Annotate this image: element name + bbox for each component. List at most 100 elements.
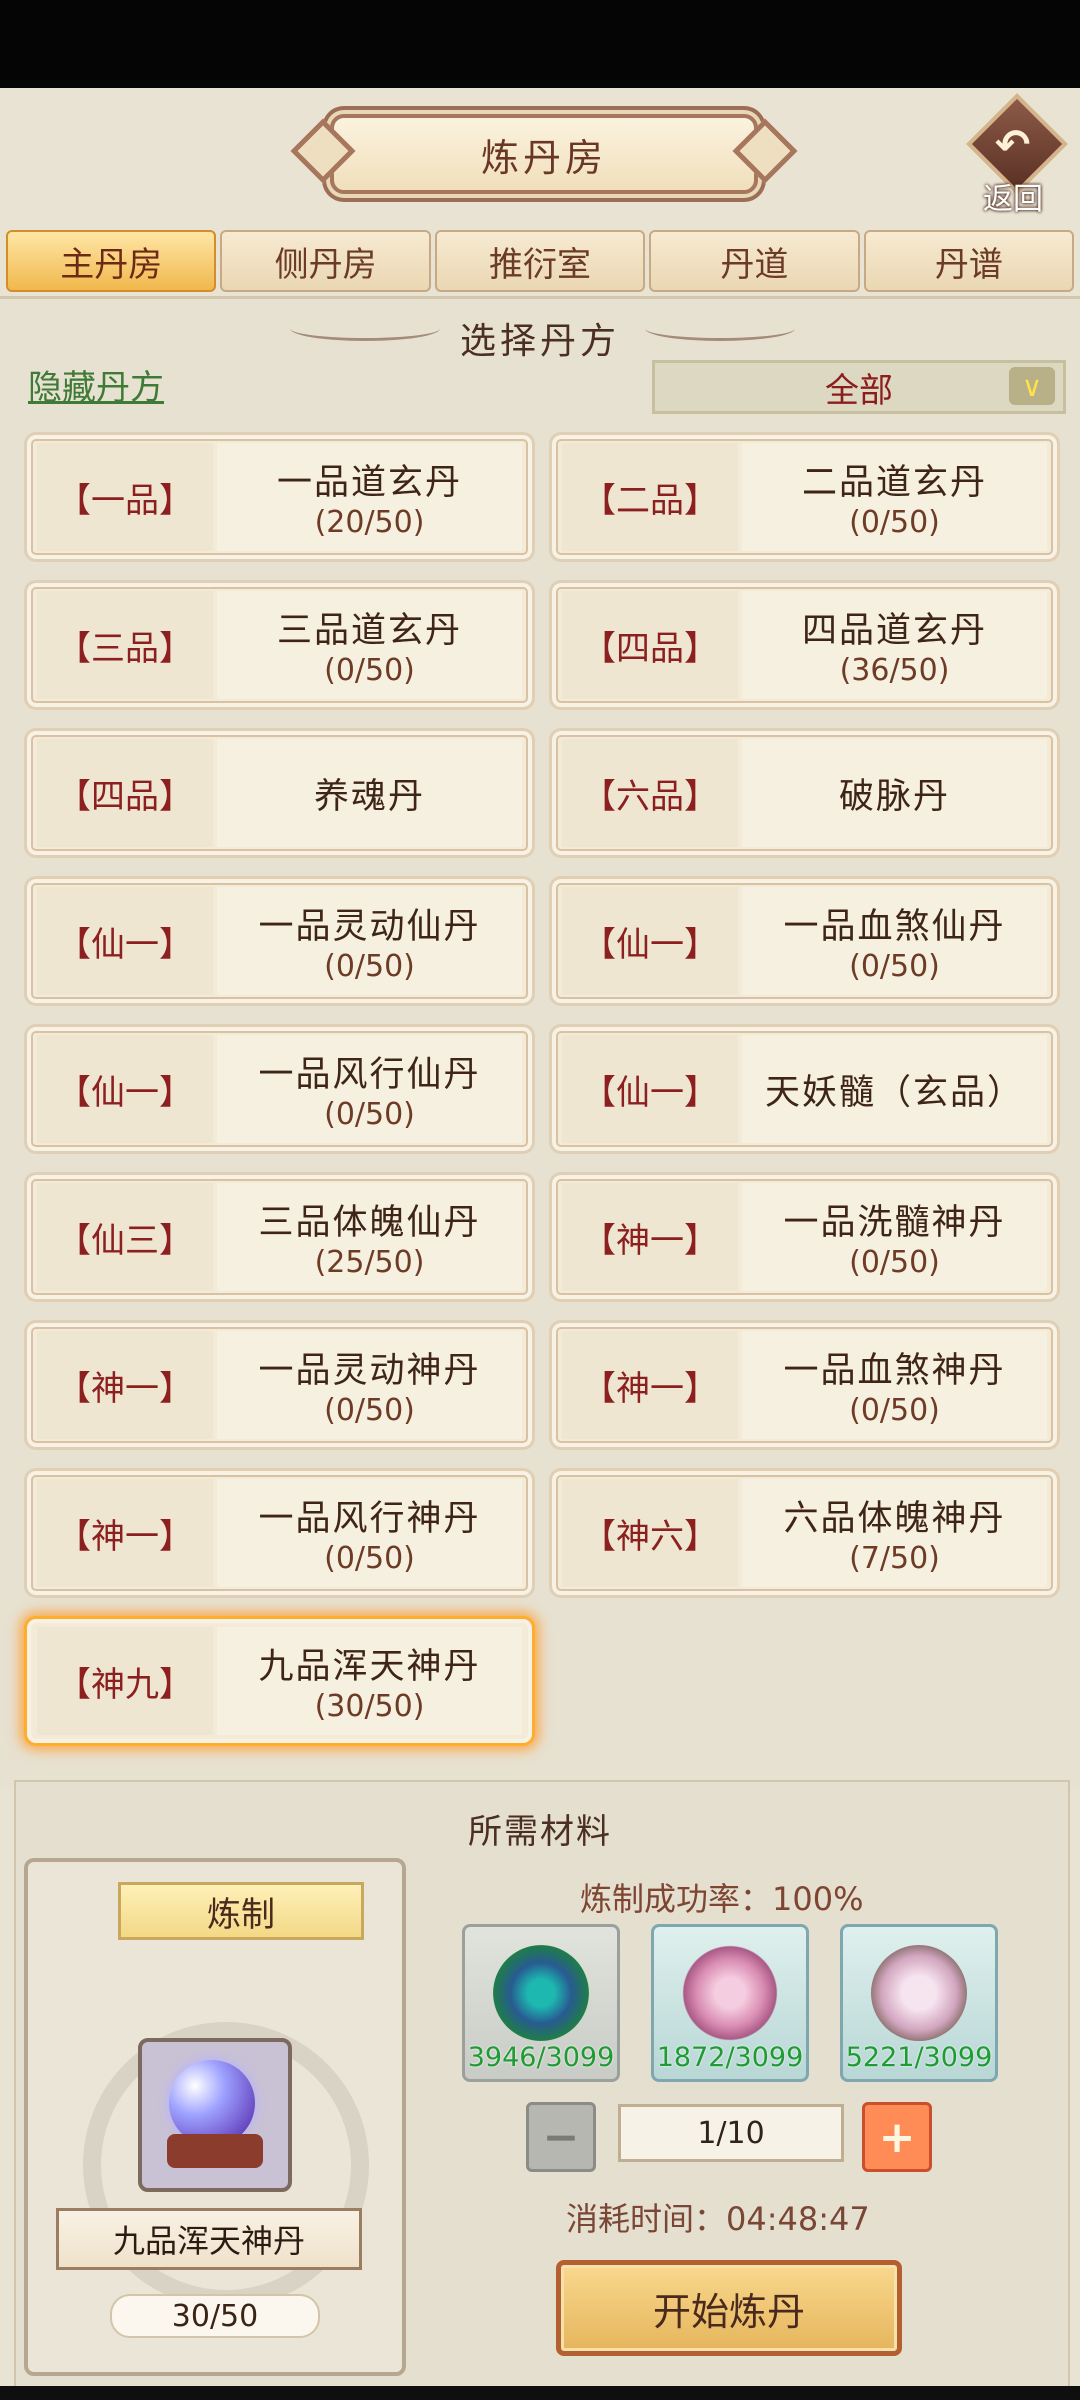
recipe-info: 破脉丹: [742, 739, 1047, 847]
recipe-card[interactable]: 【仙一】 天妖髓（玄品）: [549, 1024, 1060, 1154]
recipe-name: 破脉丹: [838, 776, 950, 817]
recipe-progress: (0/50): [324, 1541, 415, 1576]
recipe-grade: 【神一】: [37, 1331, 213, 1439]
recipe-progress: (0/50): [324, 1393, 415, 1428]
recipe-grade: 【二品】: [562, 443, 738, 551]
recipe-card[interactable]: 【六品】 破脉丹: [549, 728, 1060, 858]
recipe-grade: 【神一】: [562, 1331, 738, 1439]
start-alchemy-button[interactable]: 开始炼丹: [556, 2260, 902, 2356]
increase-quantity-button[interactable]: +: [862, 2102, 932, 2172]
recipe-info: 一品道玄丹 (20/50): [217, 443, 522, 551]
recipe-info: 三品体魄仙丹 (25/50): [217, 1183, 522, 1291]
recipe-info: 六品体魄神丹 (7/50): [742, 1479, 1047, 1587]
recipe-card[interactable]: 【仙一】 一品灵动仙丹 (0/50): [24, 876, 535, 1006]
material-quantity: 5221/3099: [845, 2042, 993, 2073]
recipe-card[interactable]: 【神一】 一品灵动神丹 (0/50): [24, 1320, 535, 1450]
tab-main-room[interactable]: 主丹房: [6, 230, 217, 292]
recipe-card[interactable]: 【四品】 四品道玄丹 (36/50): [549, 580, 1060, 710]
selected-pill-slot[interactable]: [138, 2038, 292, 2192]
recipe-card[interactable]: 【仙三】 三品体魄仙丹 (25/50): [24, 1172, 535, 1302]
recipe-name: 一品灵动仙丹: [258, 907, 481, 947]
recipe-card[interactable]: 【神一】 一品风行神丹 (0/50): [24, 1468, 535, 1598]
recipe-name: 一品道玄丹: [276, 463, 462, 503]
recipe-card[interactable]: 【一品】 一品道玄丹 (20/50): [24, 432, 535, 562]
recipe-info: 一品风行仙丹 (0/50): [217, 1035, 522, 1143]
quantity-value[interactable]: 1/10: [618, 2104, 844, 2162]
back-arrow-icon: ↶: [995, 120, 1031, 169]
recipe-name: 一品血煞神丹: [783, 1351, 1006, 1391]
recipe-info: 一品血煞神丹 (0/50): [742, 1331, 1047, 1439]
recipe-info: 三品道玄丹 (0/50): [217, 591, 522, 699]
recipe-info: 四品道玄丹 (36/50): [742, 591, 1047, 699]
recipe-section-title: 选择丹方: [459, 321, 620, 362]
recipe-info: 天妖髓（玄品）: [742, 1035, 1047, 1143]
recipe-grade: 【仙一】: [562, 887, 738, 995]
recipe-card[interactable]: 【二品】 二品道玄丹 (0/50): [549, 432, 1060, 562]
tab-alchemy-path[interactable]: 丹道: [649, 230, 860, 292]
tab-side-room[interactable]: 侧丹房: [220, 230, 431, 292]
recipe-grade: 【四品】: [37, 739, 213, 847]
recipe-info: 二品道玄丹 (0/50): [742, 443, 1047, 551]
recipe-progress: (0/50): [324, 1097, 415, 1132]
recipe-progress: (0/50): [849, 1245, 940, 1280]
recipe-name: 一品血煞仙丹: [783, 907, 1006, 947]
recipe-progress: (36/50): [839, 653, 950, 688]
material-slot[interactable]: 5221/3099: [840, 1924, 998, 2082]
recipe-progress: (25/50): [314, 1245, 425, 1280]
material-quantity: 3946/3099: [467, 2042, 615, 2073]
recipe-card[interactable]: 【神一】 一品洗髓神丹 (0/50): [549, 1172, 1060, 1302]
back-label: 返回: [983, 182, 1043, 217]
back-button[interactable]: ↶ 返回: [965, 93, 1068, 217]
materials-title: 所需材料: [468, 1812, 612, 1852]
recipe-name: 六品体魄神丹: [783, 1499, 1006, 1539]
quantity-stepper: − 1/10 +: [526, 2102, 996, 2172]
selected-pill-count: 30/50: [110, 2294, 320, 2338]
recipe-grade: 【神一】: [37, 1479, 213, 1587]
recipe-progress: (0/50): [849, 949, 940, 984]
recipe-grade: 【三品】: [37, 591, 213, 699]
recipe-name: 一品灵动神丹: [258, 1351, 481, 1391]
recipe-progress: (0/50): [324, 949, 415, 984]
recipe-grade: 【四品】: [562, 591, 738, 699]
recipe-name: 养魂丹: [313, 776, 425, 817]
tab-deduction-room[interactable]: 推衍室: [434, 230, 646, 292]
recipe-card[interactable]: 【三品】 三品道玄丹 (0/50): [24, 580, 535, 710]
success-rate: 炼制成功率：100%: [580, 1880, 864, 1918]
recipe-name: 四品道玄丹: [801, 611, 987, 651]
recipe-card[interactable]: 【四品】 养魂丹: [24, 728, 535, 858]
recipe-grade: 【仙一】: [37, 1035, 213, 1143]
selected-pill-name: 九品浑天神丹: [56, 2208, 362, 2270]
recipe-info: 一品灵动仙丹 (0/50): [217, 887, 522, 995]
recipe-grade: 【神九】: [37, 1627, 213, 1735]
tab-bar: 主丹房 侧丹房 推衍室 丹道 丹谱: [6, 230, 1075, 292]
recipe-grade: 【一品】: [37, 443, 213, 551]
recipe-info: 九品浑天神丹 (30/50): [217, 1627, 522, 1735]
crafting-panel: 炼制 九品浑天神丹 30/50: [24, 1858, 406, 2376]
recipe-info: 一品洗髓神丹 (0/50): [742, 1183, 1047, 1291]
consumption-time: 消耗时间：04:48:47: [566, 2200, 870, 2238]
tree-herb-icon: [493, 1945, 589, 2041]
recipe-filter-select[interactable]: 全部 ∨: [652, 360, 1066, 414]
recipe-card[interactable]: 【神一】 一品血煞神丹 (0/50): [549, 1320, 1060, 1450]
recipe-card-selected[interactable]: 【神九】 九品浑天神丹 (30/50): [24, 1616, 535, 1746]
recipe-grade: 【仙三】: [37, 1183, 213, 1291]
recipe-card[interactable]: 【神六】 六品体魄神丹 (7/50): [549, 1468, 1060, 1598]
material-slot[interactable]: 3946/3099: [462, 1924, 620, 2082]
status-bar: [0, 0, 1080, 88]
tab-recipe-book[interactable]: 丹谱: [863, 230, 1075, 292]
materials-list: 3946/3099 1872/3099 5221/3099: [460, 1924, 1000, 2084]
hide-recipes-link[interactable]: 隐藏丹方: [28, 360, 164, 409]
recipe-progress: (20/50): [314, 505, 425, 540]
recipe-name: 一品风行仙丹: [258, 1055, 481, 1095]
recipe-grade: 【神六】: [562, 1479, 738, 1587]
flower-herb-icon: [682, 1945, 778, 2041]
chevron-down-icon: ∨: [1009, 367, 1055, 405]
recipe-card[interactable]: 【仙一】 一品血煞仙丹 (0/50): [549, 876, 1060, 1006]
recipe-grade: 【六品】: [562, 739, 738, 847]
filter-value: 全部: [825, 370, 893, 411]
material-slot[interactable]: 1872/3099: [651, 1924, 809, 2082]
recipe-progress: (0/50): [849, 505, 940, 540]
decrease-quantity-button[interactable]: −: [526, 2102, 596, 2172]
recipe-card[interactable]: 【仙一】 一品风行仙丹 (0/50): [24, 1024, 535, 1154]
bottom-edge: [0, 2386, 1080, 2400]
